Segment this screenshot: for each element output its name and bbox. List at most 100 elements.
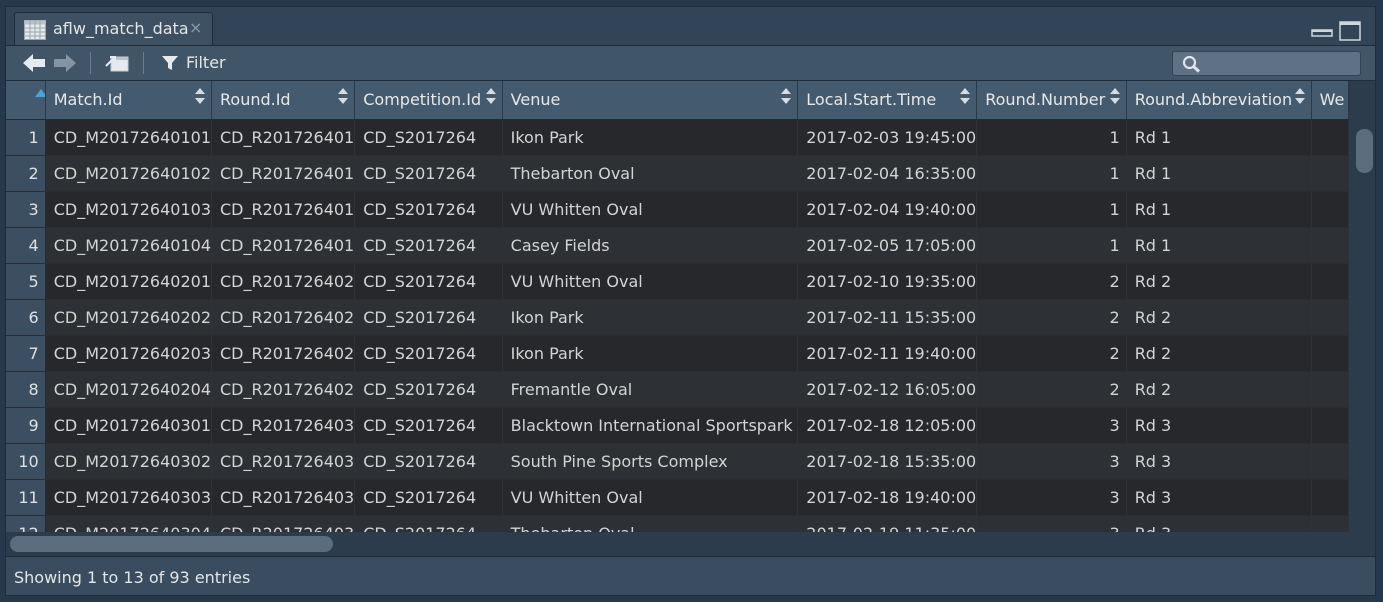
column-header[interactable]: Round.Number <box>976 81 1127 120</box>
sort-arrows-icon[interactable] <box>960 88 971 104</box>
table-cell: CD_R201726403 <box>211 479 356 516</box>
table-cell: CD_S2017264 <box>354 227 503 264</box>
toolbar: Filter <box>6 45 1375 81</box>
filter-button[interactable]: Filter <box>186 53 226 72</box>
table-cell: VU Whitten Oval <box>502 263 799 300</box>
popout-window-icon[interactable] <box>104 52 130 74</box>
table-cell: CD_M20172640204 <box>45 371 213 408</box>
table-cell: Rd 2 <box>1126 299 1312 336</box>
minimize-icon[interactable] <box>1311 21 1333 37</box>
column-header[interactable]: Venue <box>502 81 799 120</box>
table-cell: 2017-02-18 19:40:00 <box>797 479 978 516</box>
table-cell: CD_M20172640201 <box>45 263 213 300</box>
row-index-header[interactable] <box>6 81 46 120</box>
table-cell: Rd 2 <box>1126 371 1312 408</box>
column-header-label: Local.Start.Time <box>806 90 937 110</box>
column-header-label: We <box>1319 90 1345 110</box>
horizontal-scrollbar[interactable] <box>6 532 1349 556</box>
table-cell <box>1311 263 1349 300</box>
table-cell: CD_M20172640104 <box>45 227 213 264</box>
table-cell: 3 <box>976 515 1127 532</box>
table-cell: Ikon Park <box>502 119 799 156</box>
filter-funnel-icon[interactable] <box>162 55 178 71</box>
sort-arrows-icon[interactable] <box>195 88 205 104</box>
table-row[interactable]: 2 CD_M20172640102 CD_R201726401 CD_S2017264… <box>6 155 1349 192</box>
table-cell: South Pine Sports Complex <box>502 443 799 480</box>
forward-arrow-icon[interactable] <box>53 52 77 74</box>
table-cell: Rd 1 <box>1126 227 1312 264</box>
table-cell: 2017-02-04 19:40:00 <box>797 191 978 228</box>
table-cell: Rd 3 <box>1126 443 1312 480</box>
table-cell: Ikon Park <box>502 335 799 372</box>
tab-aflw-match-data[interactable]: aflw_match_data × <box>14 12 213 46</box>
sort-arrows-icon[interactable] <box>1294 88 1305 104</box>
sort-arrows-icon[interactable] <box>338 88 349 104</box>
column-header-label: Round.Number <box>985 90 1106 110</box>
table-cell: 2 <box>976 263 1127 300</box>
sort-arrows-icon[interactable] <box>485 88 496 104</box>
table-row[interactable]: 10 CD_M20172640302 CD_R201726403 CD_S201726… <box>6 443 1349 480</box>
table-cell: CD_S2017264 <box>354 371 503 408</box>
table-cell: Thebarton Oval <box>502 515 799 532</box>
search-input[interactable] <box>1172 51 1361 76</box>
table-cell: CD_R201726402 <box>211 263 356 300</box>
column-header-label: Venue <box>510 90 561 110</box>
table-row[interactable]: 5 CD_M20172640201 CD_R201726402 CD_S2017264… <box>6 263 1349 300</box>
table-cell: Thebarton Oval <box>502 155 799 192</box>
table-row[interactable]: 4 CD_M20172640104 CD_R201726401 CD_S2017264… <box>6 227 1349 264</box>
table-cell: Rd 2 <box>1126 335 1312 372</box>
row-number: 10 <box>6 443 46 480</box>
vertical-scroll-thumb[interactable] <box>1356 129 1373 173</box>
table-cell: CD_M20172640302 <box>45 443 213 480</box>
column-header[interactable]: We <box>1311 81 1349 120</box>
column-header[interactable]: Match.Id <box>45 81 213 120</box>
close-icon[interactable]: × <box>189 18 202 37</box>
toolbar-divider <box>90 52 91 74</box>
table-cell: CD_S2017264 <box>354 443 503 480</box>
table-row[interactable]: 7 CD_M20172640203 CD_R201726402 CD_S2017264… <box>6 335 1349 372</box>
data-table: Match.Id Round.Id Competition.Id Venue Local… <box>6 81 1349 532</box>
table-cell: CD_M20172640304 <box>45 515 213 532</box>
table-cell: CD_S2017264 <box>354 155 503 192</box>
vertical-scrollbar[interactable] <box>1349 81 1375 532</box>
table-cell <box>1311 443 1349 480</box>
table-cell: CD_R201726403 <box>211 443 356 480</box>
column-header[interactable]: Competition.Id <box>354 81 503 120</box>
table-cell: 2017-02-10 19:35:00 <box>797 263 978 300</box>
row-number: 7 <box>6 335 46 372</box>
table-cell <box>1311 371 1349 408</box>
table-cell: CD_S2017264 <box>354 119 503 156</box>
table-row[interactable]: 8 CD_M20172640204 CD_R201726402 CD_S2017264… <box>6 371 1349 408</box>
table-row[interactable]: 6 CD_M20172640202 CD_R201726402 CD_S2017264… <box>6 299 1349 336</box>
column-header[interactable]: Local.Start.Time <box>797 81 978 120</box>
column-header[interactable]: Round.Id <box>211 81 356 120</box>
table-cell: 1 <box>976 191 1127 228</box>
table-cell: CD_R201726401 <box>211 155 356 192</box>
column-header[interactable]: Round.Abbreviation <box>1126 81 1312 120</box>
table-cell: 2017-02-18 15:35:00 <box>797 443 978 480</box>
maximize-icon[interactable] <box>1339 21 1361 41</box>
row-number: 8 <box>6 371 46 408</box>
table-row[interactable]: 9 CD_M20172640301 CD_R201726403 CD_S2017264… <box>6 407 1349 444</box>
table-cell: CD_M20172640102 <box>45 155 213 192</box>
row-number: 1 <box>6 119 46 156</box>
horizontal-scroll-thumb[interactable] <box>10 536 333 552</box>
table-row[interactable]: 3 CD_M20172640103 CD_R201726401 CD_S2017264… <box>6 191 1349 228</box>
sort-arrows-icon[interactable] <box>1109 88 1120 104</box>
table-cell: 3 <box>976 443 1127 480</box>
table-row[interactable]: 12CD_M20172640304CD_R201726403CD_S201726… <box>6 515 1349 532</box>
row-number: 5 <box>6 263 46 300</box>
table-cell: 3 <box>976 407 1127 444</box>
table-cell: 2017-02-05 17:05:00 <box>797 227 978 264</box>
row-number: 2 <box>6 155 46 192</box>
table-cell: 1 <box>976 155 1127 192</box>
table-cell: Rd 3 <box>1126 515 1312 532</box>
table-cell: 2017-02-04 16:35:00 <box>797 155 978 192</box>
sort-arrows-icon[interactable] <box>781 88 792 104</box>
table-cell <box>1311 227 1349 264</box>
back-arrow-icon[interactable] <box>22 52 46 74</box>
table-cell: 3 <box>976 479 1127 516</box>
column-header-label: Competition.Id <box>363 90 482 110</box>
table-row[interactable]: 11 CD_M20172640303 CD_R201726403 CD_S201726… <box>6 479 1349 516</box>
table-row[interactable]: 1 CD_M20172640101 CD_R201726401 CD_S2017264… <box>6 119 1349 156</box>
